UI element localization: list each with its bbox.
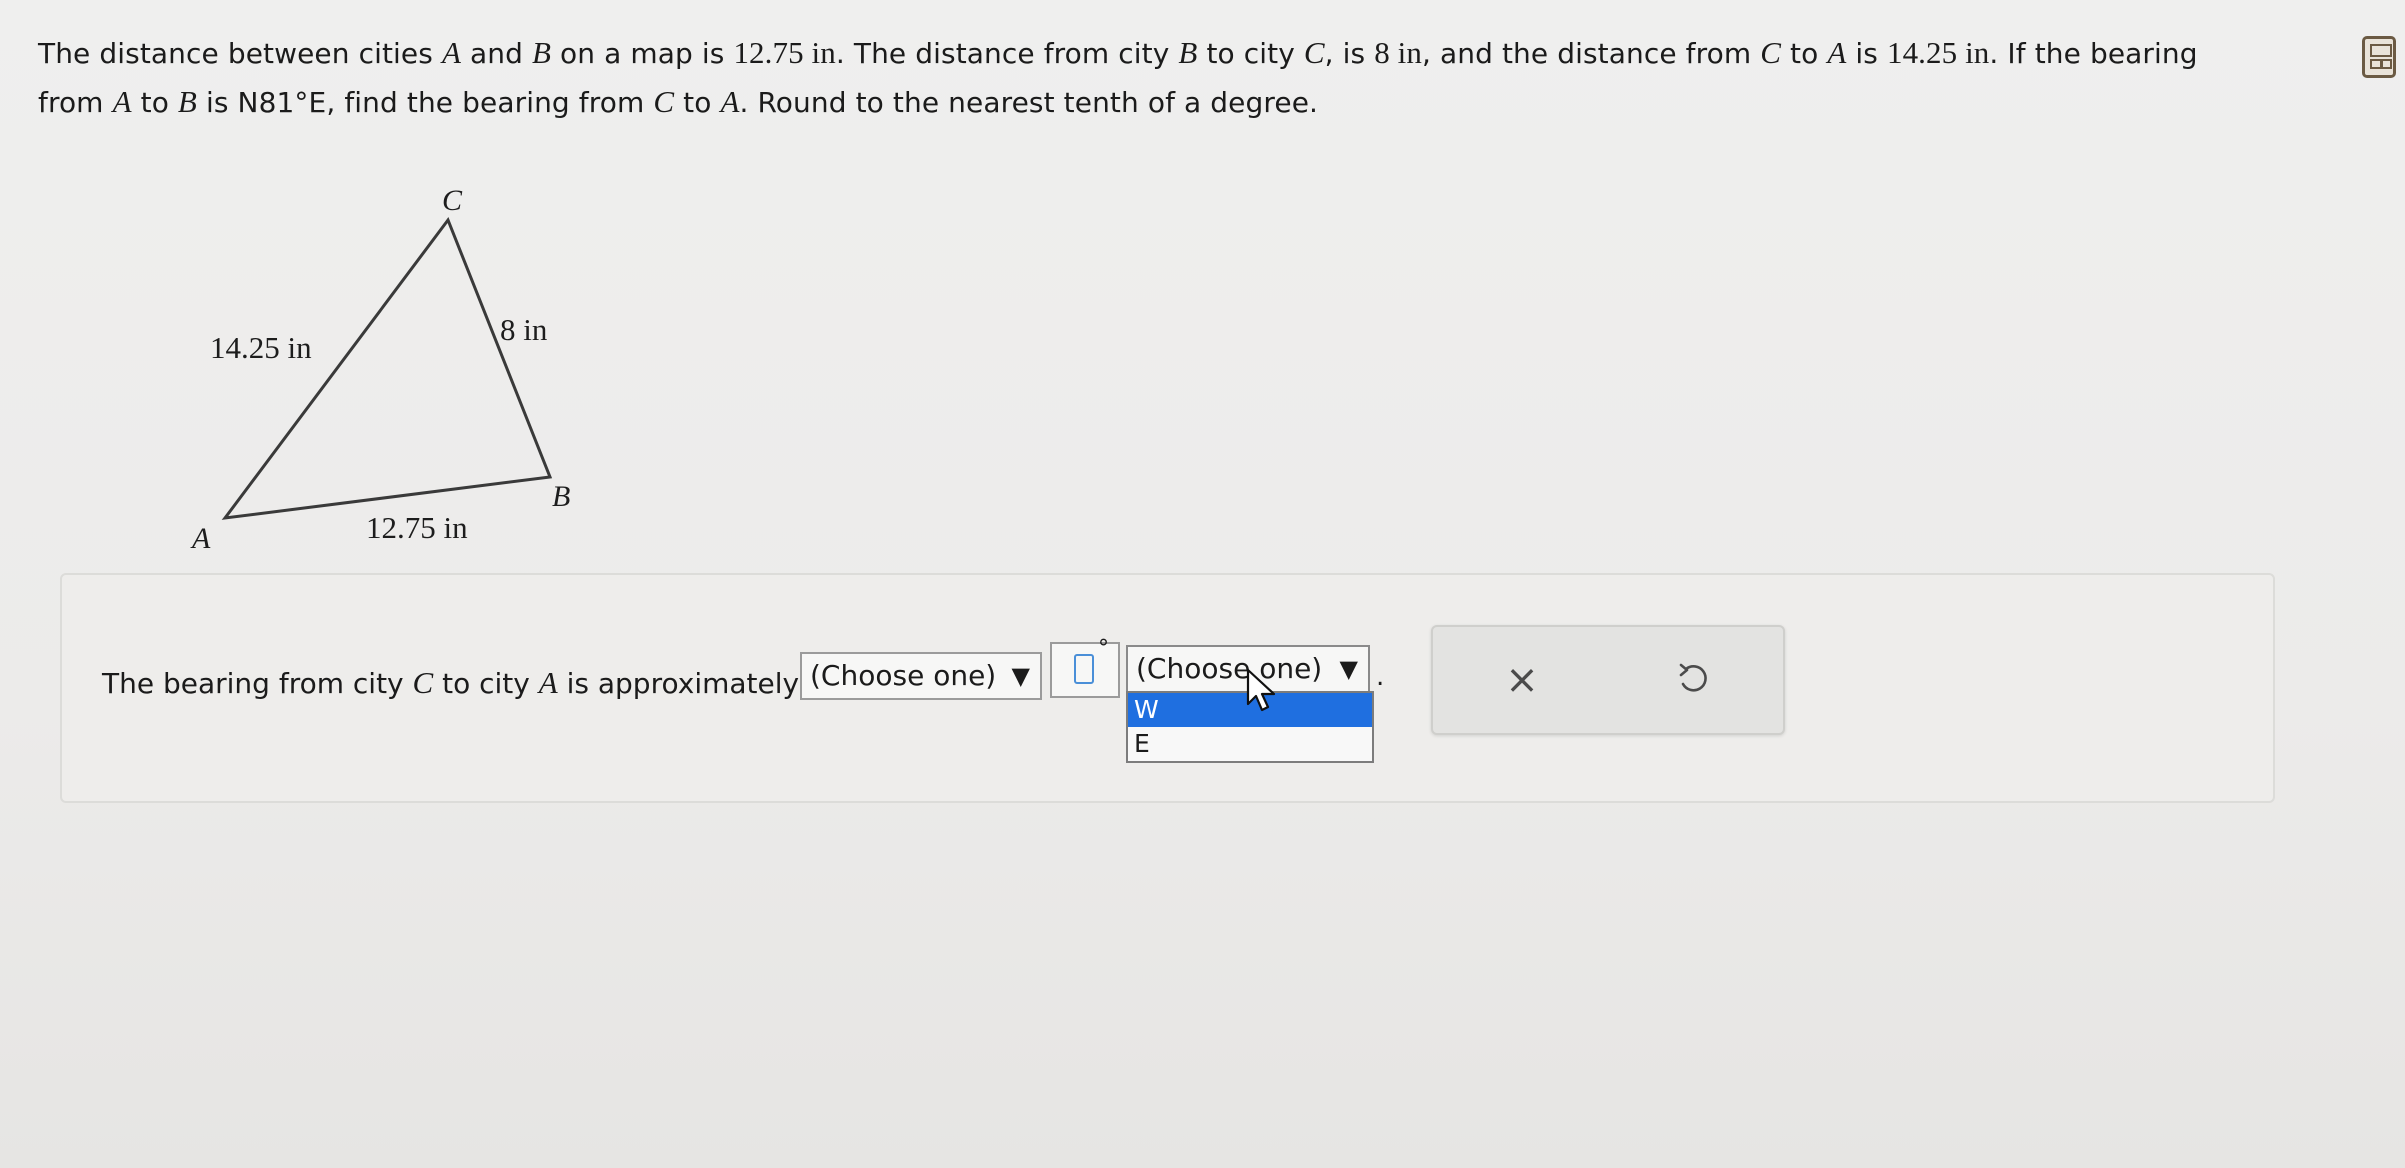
problem-text: on a map is bbox=[551, 37, 734, 70]
vertex-c-label: C bbox=[442, 184, 463, 217]
var-c: C bbox=[1303, 35, 1325, 70]
problem-text: and bbox=[461, 37, 532, 70]
var-c: C bbox=[653, 84, 675, 119]
var-b: B bbox=[1178, 35, 1198, 70]
problem-statement: The distance between cities A and B on a… bbox=[38, 18, 2288, 138]
calculator-icon[interactable] bbox=[2362, 36, 2396, 78]
angle-input[interactable] bbox=[1050, 642, 1120, 698]
side-bc-label: 8 in bbox=[500, 312, 548, 347]
side-ca-label: 14.25 in bbox=[210, 330, 312, 365]
var-b: B bbox=[177, 84, 197, 119]
select-value: (Choose one) bbox=[1136, 652, 1323, 685]
triangle-figure: C B A 14.25 in 8 in 12.75 in bbox=[170, 180, 620, 570]
dropdown-option-e[interactable]: E bbox=[1128, 727, 1372, 761]
var-b: B bbox=[531, 35, 552, 70]
answer-text: The bearing from city bbox=[102, 667, 413, 700]
distance-ca: 14.25 in bbox=[1886, 35, 1990, 70]
problem-text: to bbox=[131, 86, 178, 119]
degree-symbol: ° bbox=[1098, 636, 1109, 661]
answer-text: to city bbox=[433, 667, 539, 700]
answer-prompt: The bearing from city C to city A is app… bbox=[102, 665, 799, 701]
distance-bc: 8 in bbox=[1374, 35, 1422, 70]
problem-text: . If the bearing bbox=[1989, 37, 2198, 70]
action-panel bbox=[1431, 625, 1785, 735]
problem-text: to bbox=[1781, 37, 1828, 70]
vertex-a-label: A bbox=[192, 522, 211, 555]
vertex-b-label: B bbox=[552, 480, 571, 513]
problem-text: , find the bearing from bbox=[326, 86, 654, 119]
answer-text: is approximately bbox=[557, 667, 800, 700]
mouse-cursor-icon bbox=[1246, 668, 1276, 712]
direction-ns-select[interactable]: (Choose one) ▼ bbox=[800, 652, 1042, 700]
input-cursor-box bbox=[1074, 654, 1094, 684]
problem-text: , is bbox=[1324, 37, 1375, 70]
select-value: (Choose one) bbox=[810, 659, 997, 692]
var-a: A bbox=[538, 665, 558, 700]
chevron-down-icon: ▼ bbox=[1011, 662, 1030, 690]
problem-text: from bbox=[38, 86, 113, 119]
distance-ab: 12.75 in bbox=[733, 35, 836, 70]
chevron-down-icon: ▼ bbox=[1339, 655, 1358, 683]
var-a: A bbox=[112, 84, 132, 119]
period: . bbox=[1376, 662, 1385, 692]
undo-icon[interactable] bbox=[1676, 663, 1710, 697]
var-c: C bbox=[412, 665, 434, 700]
problem-text: . Round to the nearest tenth of a degree… bbox=[739, 86, 1319, 119]
var-a: A bbox=[720, 84, 740, 119]
side-ab-label: 12.75 in bbox=[366, 510, 468, 545]
var-a: A bbox=[441, 35, 461, 70]
problem-text: is bbox=[1846, 37, 1887, 70]
problem-text: to city bbox=[1197, 37, 1304, 70]
clear-button[interactable]: × bbox=[1500, 658, 1544, 702]
problem-text: The distance between cities bbox=[38, 37, 442, 70]
problem-text: to bbox=[674, 86, 721, 119]
var-c: C bbox=[1760, 35, 1782, 70]
problem-text: is bbox=[196, 86, 238, 119]
given-bearing: N81°E bbox=[237, 86, 327, 119]
problem-text: , and the distance from bbox=[1422, 37, 1761, 70]
var-a: A bbox=[1827, 35, 1847, 70]
triangle-abc bbox=[221, 216, 553, 520]
problem-text: . The distance from city bbox=[835, 37, 1179, 70]
